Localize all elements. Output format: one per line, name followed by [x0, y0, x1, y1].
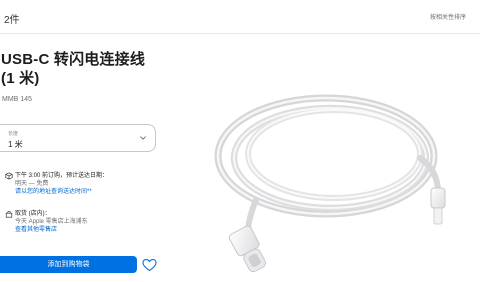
store-icon [5, 210, 13, 218]
chevron-down-icon [140, 136, 146, 140]
shipping-cutoff: 下午 3:00 前订购，预计送达日期： [15, 173, 109, 179]
shipping-box-icon [5, 172, 13, 180]
length-select[interactable]: 长度 1 米 [0, 124, 156, 152]
length-select-value: 1 米 [8, 140, 23, 149]
sort-dropdown[interactable]: 按相关性排序 [430, 12, 466, 21]
usb-c-connector [228, 225, 266, 273]
shipping-check-link[interactable]: 请以您的地址查询送达时间** [15, 188, 175, 196]
title-line-1: USB-C 转闪电连接线 [1, 51, 146, 68]
length-select-label: 长度 [8, 131, 19, 137]
pickup-heading: 取货 (店内)： [15, 211, 51, 217]
shipping-eta: 明天 — 免费 [15, 181, 49, 187]
top-bar: 2件 按相关性排序 [0, 0, 480, 34]
breadcrumb: 2件 [4, 15, 20, 26]
pickup-store: 今天 Apple 零售店上海浦东 [15, 219, 88, 225]
title-line-2: (1 米) [1, 70, 40, 87]
add-to-bag-button[interactable]: 添加到购物袋 [0, 256, 137, 273]
product-image-cable [214, 94, 446, 273]
product-title: USB-C 转闪电连接线 (1 米) [1, 50, 145, 88]
heart-icon[interactable] [142, 258, 157, 272]
product-sku: MMB 145 [2, 96, 32, 103]
pickup-other-stores-link[interactable]: 查看其他零售店 [15, 226, 175, 234]
lightning-connector [430, 187, 446, 225]
